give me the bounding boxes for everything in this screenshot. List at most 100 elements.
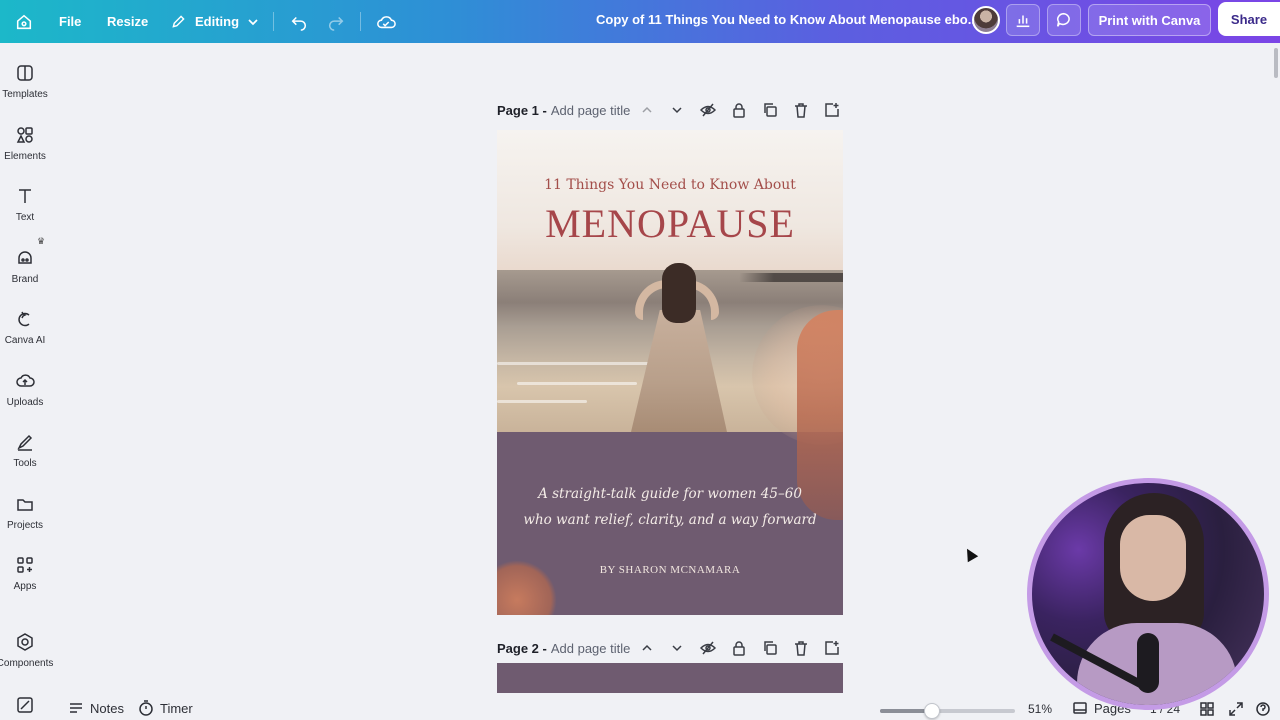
- chevron-down-icon: [248, 18, 258, 25]
- comments-button[interactable]: [1047, 4, 1081, 36]
- lock-page-button[interactable]: [731, 640, 747, 656]
- sidebar-item-brand[interactable]: Brand: [0, 248, 50, 285]
- sidebar-item-tools[interactable]: Tools: [0, 432, 50, 469]
- home-button[interactable]: [15, 0, 33, 43]
- page-1-header: Page 1 - Add page title: [497, 100, 843, 120]
- chevron-up-icon: [642, 106, 652, 113]
- help-button[interactable]: [1255, 701, 1271, 720]
- page-2-canvas[interactable]: [497, 663, 843, 693]
- delete-page-button[interactable]: [793, 640, 809, 656]
- chevron-down-icon: [672, 645, 682, 652]
- share-button[interactable]: Share: [1218, 2, 1280, 36]
- sidebar-item-label: Brand: [11, 274, 39, 285]
- help-icon: [1256, 702, 1270, 716]
- trash-icon: [795, 103, 807, 118]
- undo-icon: [291, 16, 307, 31]
- editing-mode-button[interactable]: Editing: [170, 0, 259, 43]
- toolbar-divider: [360, 12, 361, 31]
- print-with-canva-button[interactable]: Print with Canva: [1088, 4, 1211, 36]
- hide-page-button[interactable]: [699, 102, 717, 118]
- user-avatar[interactable]: [972, 6, 1000, 34]
- delete-page-button[interactable]: [793, 102, 809, 118]
- sidebar-item-canva-ai[interactable]: Canva AI: [0, 309, 50, 346]
- elements-icon: [16, 127, 33, 143]
- timer-label: Timer: [160, 700, 193, 716]
- redo-button[interactable]: [327, 0, 345, 43]
- notes-button[interactable]: Notes: [68, 700, 124, 716]
- text-icon: [19, 189, 31, 203]
- file-menu-label: File: [59, 14, 82, 29]
- move-page-up-button[interactable]: [639, 102, 655, 118]
- sidebar-item-label: Tools: [13, 458, 37, 469]
- sidebar-item-elements[interactable]: Elements: [0, 125, 50, 162]
- chevron-up-icon: [642, 644, 652, 651]
- sidebar-item-label: Projects: [6, 520, 44, 531]
- lock-page-button[interactable]: [731, 102, 747, 118]
- webcam-overlay: [1027, 478, 1269, 710]
- bar-chart-icon: [1016, 15, 1030, 28]
- comment-icon: [1056, 12, 1070, 27]
- cover-subtitle-line: who want relief, clarity, and a way forw…: [523, 512, 817, 528]
- page-2-header: Page 2 - Add page title: [497, 638, 843, 658]
- move-page-up-button[interactable]: [639, 640, 655, 656]
- cover-subtitle-line: A straight-talk guide for women 45–60: [538, 486, 802, 502]
- vertical-scrollbar[interactable]: [1274, 48, 1278, 78]
- add-page-button[interactable]: [824, 102, 840, 118]
- document-title[interactable]: Copy of 11 Things You Need to Know About…: [596, 12, 979, 27]
- sidebar-item-projects[interactable]: Projects: [0, 494, 50, 531]
- duplicate-icon: [764, 641, 777, 655]
- page-1-canvas[interactable]: 11 Things You Need to Know About MENOPAU…: [497, 130, 843, 615]
- cover-title[interactable]: MENOPAUSE: [497, 200, 843, 247]
- sidebar-item-components[interactable]: Components: [0, 632, 54, 669]
- sidebar-item-templates[interactable]: Templates: [0, 63, 50, 100]
- cover-pretitle[interactable]: 11 Things You Need to Know About: [497, 177, 843, 193]
- duplicate-page-button[interactable]: [762, 102, 778, 118]
- insights-button[interactable]: [1006, 4, 1040, 36]
- brand-icon: [18, 251, 32, 264]
- microphone: [1137, 633, 1159, 693]
- eye-slash-icon: [699, 641, 717, 655]
- page-title-input[interactable]: Add page title: [551, 641, 631, 656]
- pencil-icon: [172, 15, 185, 28]
- notes-label: Notes: [90, 700, 124, 716]
- add-page-button[interactable]: [824, 640, 840, 656]
- zoom-slider[interactable]: [880, 703, 1015, 719]
- file-menu-button[interactable]: File: [59, 0, 81, 43]
- zoom-slider-thumb[interactable]: [924, 703, 940, 719]
- cover-subtitle[interactable]: A straight-talk guide for women 45–60 wh…: [517, 481, 823, 533]
- sidebar-item-draw[interactable]: [0, 695, 50, 715]
- sidebar-item-apps[interactable]: Apps: [0, 555, 50, 592]
- mouse-cursor: [961, 545, 979, 563]
- zoom-level[interactable]: 51%: [1028, 702, 1052, 716]
- cover-author[interactable]: BY SHARON MCNAMARA: [497, 564, 843, 576]
- sidebar-item-label: Components: [0, 658, 54, 669]
- apps-icon: [17, 557, 33, 573]
- add-page-icon: [825, 641, 839, 655]
- undo-button[interactable]: [290, 0, 308, 43]
- projects-icon: [17, 499, 33, 511]
- redo-icon: [328, 16, 344, 31]
- move-page-down-button[interactable]: [669, 640, 685, 656]
- save-status-button[interactable]: [376, 0, 396, 43]
- left-sidebar: Templates Elements Text ♛ Brand Canva AI…: [0, 43, 54, 720]
- home-icon: [16, 14, 32, 29]
- duplicate-page-button[interactable]: [762, 640, 778, 656]
- lock-icon: [733, 641, 745, 656]
- trash-icon: [795, 641, 807, 656]
- components-icon: [17, 633, 33, 651]
- tools-icon: [17, 434, 33, 451]
- share-label: Share: [1230, 11, 1268, 27]
- timer-icon: [139, 700, 153, 716]
- hide-page-button[interactable]: [699, 640, 717, 656]
- page-label: Page 2 -: [497, 640, 547, 656]
- move-page-down-button[interactable]: [669, 102, 685, 118]
- timer-button[interactable]: Timer: [138, 700, 193, 716]
- resize-button[interactable]: Resize: [107, 0, 148, 43]
- sidebar-item-label: Apps: [13, 581, 37, 592]
- print-label: Print with Canva: [1098, 12, 1201, 28]
- draw-icon: [17, 697, 33, 713]
- cloud-saved-icon: [377, 15, 396, 28]
- page-title-input[interactable]: Add page title: [551, 103, 631, 118]
- sidebar-item-uploads[interactable]: Uploads: [0, 371, 50, 408]
- sidebar-item-text[interactable]: Text: [0, 186, 50, 223]
